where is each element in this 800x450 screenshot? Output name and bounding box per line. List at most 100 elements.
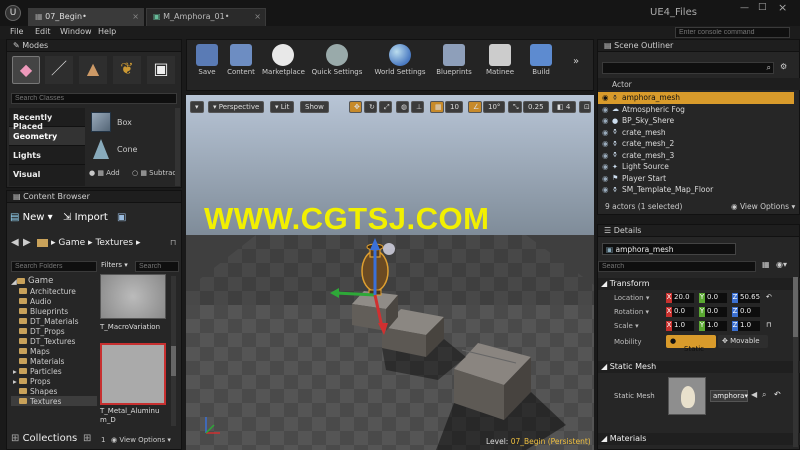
tree-architecture[interactable]: Architecture <box>11 286 97 296</box>
brush-add-radio[interactable]: ● ▦ Add <box>89 169 120 177</box>
materials-section[interactable]: ◢ Materials <box>598 433 800 445</box>
eye-icon[interactable]: ◉ <box>602 116 612 125</box>
search-assets-input[interactable] <box>135 261 179 272</box>
browse-search-icon[interactable]: ⌕ <box>762 390 766 400</box>
mode-landscape-icon[interactable]: ▲ <box>79 56 107 84</box>
outliner-settings-icon[interactable]: ⚙ <box>780 62 787 71</box>
mobility-static-button[interactable]: ● Static <box>666 335 716 353</box>
world-settings-button[interactable]: World Settings <box>372 44 428 84</box>
location-z[interactable]: Z 50.65 <box>732 293 760 303</box>
asset-tile[interactable]: T_MacroVariation <box>100 274 168 336</box>
scale-z[interactable]: Z 1.0 <box>732 321 760 331</box>
property-matrix-icon[interactable]: ▦ <box>762 260 770 269</box>
scale-label[interactable]: Scale ▾ <box>614 322 639 330</box>
reset-icon[interactable]: ↶ <box>774 390 781 399</box>
close-window-button[interactable]: × <box>778 1 787 14</box>
location-y[interactable]: Y 0.0 <box>699 293 727 303</box>
marketplace-button[interactable]: Marketplace <box>262 44 305 84</box>
eye-icon[interactable]: ◉ <box>602 105 612 114</box>
mode-geometry-icon[interactable]: ▣ <box>147 56 175 84</box>
translate-mode-button[interactable]: ✥ <box>349 101 362 113</box>
content-button[interactable]: Content <box>222 44 260 84</box>
rotate-mode-button[interactable]: ↻ <box>364 101 377 113</box>
outliner-row[interactable]: ◉ ● BP_Sky_Shere <box>598 115 794 127</box>
category-recently-placed[interactable]: Recently Placed <box>9 108 85 131</box>
category-lights[interactable]: Lights <box>9 146 85 165</box>
eye-icon[interactable]: ◉ <box>602 162 612 171</box>
eye-icon[interactable]: ◉ <box>602 139 612 148</box>
surface-snap-button[interactable]: ⊥ <box>411 101 424 113</box>
minimize-button[interactable]: — <box>740 3 749 13</box>
maximize-viewport-button[interactable]: ⊡ <box>579 101 591 113</box>
back-button[interactable]: ◀ <box>11 237 19 248</box>
mobility-movable-button[interactable]: ✥ Movable <box>718 335 768 348</box>
geometry-item-cone[interactable]: Cone <box>89 139 174 161</box>
location-label[interactable]: Location ▾ <box>614 294 649 302</box>
lit-button[interactable]: ▾ Lit <box>270 101 295 113</box>
tab-amphora[interactable]: ▣ M_Amphora_01• × <box>146 8 266 26</box>
outliner-row[interactable]: ◉ ⚱ crate_mesh_3 <box>598 150 794 162</box>
tree-maps[interactable]: Maps <box>11 346 97 356</box>
outliner-row[interactable]: ◉ ✦ Light Source <box>598 161 794 173</box>
tree-shapes[interactable]: Shapes <box>11 386 97 396</box>
matinee-button[interactable]: Matinee <box>480 44 520 84</box>
scale-snap-button[interactable]: ⤡ <box>508 101 522 113</box>
tree-blueprints[interactable]: Blueprints <box>11 306 97 316</box>
grid-size-value[interactable]: 10 <box>445 101 463 113</box>
build-button[interactable]: Build <box>522 44 560 84</box>
asset-tile[interactable]: T_Metal_Aluminum_D <box>100 343 168 433</box>
save-all-icon[interactable]: ▣ <box>117 212 126 223</box>
breadcrumb-game[interactable]: Game <box>58 238 85 248</box>
outliner-row[interactable]: ◉ ⚱ crate_mesh <box>598 127 794 139</box>
eye-icon[interactable]: ◉ <box>602 185 612 194</box>
eye-icon[interactable]: ◉ <box>602 151 612 160</box>
details-scrollbar[interactable] <box>793 277 798 447</box>
maximize-button[interactable]: □ <box>758 2 767 12</box>
tree-dt-materials[interactable]: DT_Materials <box>11 316 97 326</box>
collections-button[interactable]: ⊞ Collections <box>11 433 77 444</box>
browse-arrow-icon[interactable]: ◀ <box>751 390 757 399</box>
mode-paint-icon[interactable]: ／ <box>45 56 73 84</box>
outliner-row[interactable]: ◉ ⚱ SM_Template_Map_Floor <box>598 184 794 196</box>
static-mesh-thumbnail[interactable] <box>668 377 706 415</box>
rotation-z[interactable]: Z 0.0 <box>732 307 760 317</box>
import-button[interactable]: ⇲ Import <box>63 212 108 223</box>
outliner-search[interactable]: ⌕ <box>602 62 774 74</box>
quick-settings-button[interactable]: Quick Settings <box>310 44 364 84</box>
close-icon[interactable]: × <box>132 12 139 21</box>
cb-view-options-button[interactable]: ◉ View Options ▾ <box>111 436 171 444</box>
new-button[interactable]: ▤ New ▾ <box>10 212 53 223</box>
menu-edit[interactable]: Edit <box>35 27 51 36</box>
lock-icon[interactable]: ⊓ <box>170 238 176 247</box>
scale-x[interactable]: X 1.0 <box>666 321 694 331</box>
breadcrumb-textures[interactable]: Textures <box>95 238 133 248</box>
details-eye-icon[interactable]: ◉▾ <box>776 260 787 269</box>
scale-y[interactable]: Y 1.0 <box>699 321 727 331</box>
details-search-input[interactable] <box>598 261 756 272</box>
tree-dt-textures[interactable]: DT_Textures <box>11 336 97 346</box>
outliner-view-options-button[interactable]: ◉ View Options ▾ <box>731 202 795 211</box>
grid-snap-button[interactable]: ▦ <box>430 101 444 113</box>
scale-mode-button[interactable]: ⤢ <box>379 101 392 113</box>
close-icon[interactable]: × <box>254 12 261 21</box>
asset-scrollbar[interactable] <box>171 276 176 426</box>
tree-materials[interactable]: Materials <box>11 356 97 366</box>
outliner-row[interactable]: ◉ ☁ Atmospheric Fog <box>598 104 794 116</box>
category-visual[interactable]: Visual <box>9 165 85 184</box>
rotation-y[interactable]: Y 0.0 <box>699 307 727 317</box>
rotation-label[interactable]: Rotation ▾ <box>614 308 649 316</box>
rotation-snap-value[interactable]: 10° <box>483 101 505 113</box>
geometry-item-box[interactable]: Box <box>89 112 174 134</box>
lock-icon[interactable]: ⊓ <box>766 321 771 329</box>
search-classes-input[interactable] <box>11 93 177 104</box>
search-folders-input[interactable] <box>11 261 97 272</box>
menu-window[interactable]: Window <box>60 27 92 36</box>
mode-foliage-icon[interactable]: ❦ <box>113 56 141 84</box>
tree-particles[interactable]: ▸ Particles <box>11 366 97 376</box>
perspective-button[interactable]: ▾ Perspective <box>208 101 265 113</box>
viewport-options-button[interactable]: ▾ <box>190 101 204 113</box>
static-mesh-section[interactable]: ◢ Static Mesh <box>598 361 800 373</box>
collections-add-icon[interactable]: ⊞ <box>83 433 91 444</box>
console-input[interactable] <box>675 27 790 38</box>
forward-button[interactable]: ▶ <box>23 237 31 248</box>
